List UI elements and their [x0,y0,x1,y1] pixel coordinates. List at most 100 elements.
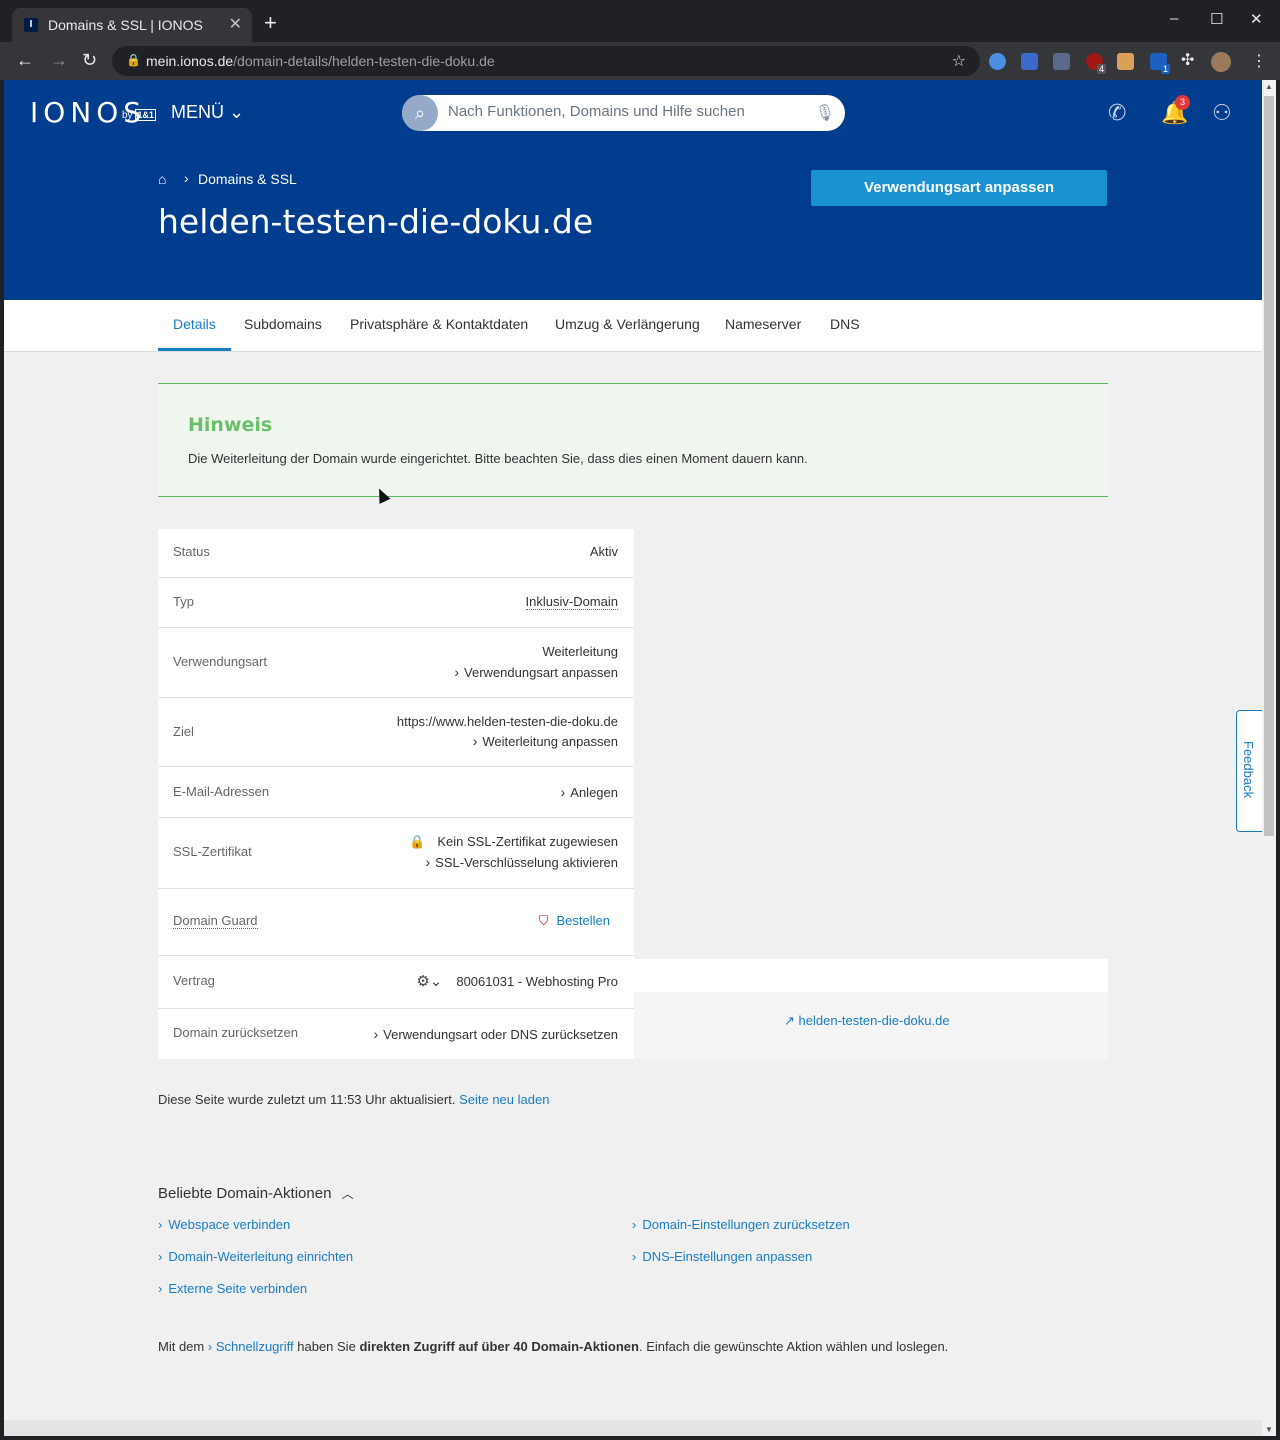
status-label: Status [173,544,210,559]
ssl-status: 🔒 Kein SSL-Zertifikat zugewiesen [409,834,618,849]
email-label: E-Mail-Adressen [173,784,270,799]
scroll-down-icon[interactable]: ▼ [1265,1425,1273,1434]
tab-subdomains[interactable]: Subdomains [229,300,337,351]
ssl-activate-link[interactable]: SSL-Verschlüsselung aktivieren [426,854,618,870]
change-usage-button[interactable]: Verwendungsart anpassen [811,170,1107,206]
url-text: mein.ionos.de/domain-details/helden-test… [146,53,495,69]
page-title: helden-testen-die-doku.de [158,202,594,241]
shield-icon: ⛉ [538,913,549,928]
search-input[interactable] [448,103,808,120]
chevron-up-icon: ︿ [341,1187,354,1201]
reload-page-link[interactable]: Seite neu laden [459,1092,549,1107]
forward-icon[interactable]: → [50,50,68,70]
home-icon[interactable]: ⌂ [158,171,166,187]
phone-icon[interactable]: ✆ [1108,100,1126,126]
action-reset-settings[interactable]: Domain-Einstellungen zurücksetzen [632,1217,849,1232]
hero-banner: ⌂ › Domains & SSL helden-testen-die-doku… [4,144,1262,300]
search-box: ⌕ 🎙 [402,95,845,131]
lock-warning-icon: 🔒 [409,834,426,849]
ionos-header: IONOS by 1&1 MENÜ ⌄ ⌕ 🎙 ✆ 🔔 3 ⚇ [4,80,1262,144]
window-frame-right [1276,80,1280,1436]
domain-guard-label[interactable]: Domain Guard [173,913,258,929]
extension-note-icon[interactable] [1021,53,1038,70]
status-value: Aktiv [589,544,618,559]
chevron-down-icon: ⌄ [229,102,245,122]
extension-window-icon[interactable] [1053,53,1070,70]
quick-access-text: Mit dem Schnellzugriff haben Sie direkte… [158,1339,948,1354]
preview-domain-link[interactable]: ↗ helden-testen-die-doku.de [784,1013,950,1029]
notification-badge: 3 [1175,95,1190,110]
tab-nameserver[interactable]: Nameserver [710,300,816,351]
action-externe-seite[interactable]: Externe Seite verbinden [158,1281,307,1296]
verwendungsart-link[interactable]: Verwendungsart anpassen [454,664,618,680]
search-icon[interactable]: ⌕ [402,95,438,131]
vertrag-label: Vertrag [173,973,215,988]
minimize-window-icon[interactable]: – [1170,10,1178,27]
lock-icon: 🔒 [126,53,141,67]
row-reset: Domain zurücksetzen Verwendungsart oder … [158,1009,634,1059]
typ-value[interactable]: Inklusiv-Domain [525,594,618,610]
extension-shield-icon[interactable] [989,53,1006,70]
chevron-right-icon: › [184,170,189,186]
scrollbar-thumb[interactable] [1264,96,1274,836]
logo-by-1und1: by 1&1 [122,109,156,121]
row-domain-guard: Domain Guard ⛉ Bestellen [158,889,634,956]
reload-icon[interactable]: ↻ [82,50,97,70]
email-create-link[interactable]: Anlegen [561,784,618,800]
row-ssl: SSL-Zertifikat 🔒 Kein SSL-Zertifikat zuge… [158,818,634,889]
domain-preview-area [634,529,1108,959]
page-scrollbar[interactable]: ▲ ▼ [1262,80,1276,1436]
action-weiterleitung[interactable]: Domain-Weiterleitung einrichten [158,1249,353,1264]
menu-button[interactable]: MENÜ ⌄ [171,102,244,123]
feedback-tab[interactable]: Feedback [1236,710,1262,832]
back-icon[interactable]: ← [16,50,34,70]
address-bar[interactable]: 🔒 mein.ionos.de/domain-details/helden-te… [112,46,980,76]
microphone-icon[interactable]: 🎙 [815,103,835,123]
bitwarden-badge: 1 [1161,64,1171,74]
tab-privacy[interactable]: Privatsphäre & Kontaktdaten [335,300,543,351]
external-link-icon: ↗ [784,1013,795,1028]
domain-details-table: Status Aktiv Typ Inklusiv-Domain Verwend… [158,529,634,1059]
reset-link[interactable]: Verwendungsart oder DNS zurücksetzen [373,1026,618,1042]
gear-icon[interactable]: ⚙⌄ [416,973,442,990]
profile-avatar[interactable] [1211,52,1231,72]
window-frame-bottom [0,1436,1280,1440]
notice-title: Hinweis [188,414,273,436]
maximize-window-icon[interactable]: ☐ [1210,10,1223,28]
quick-access-link[interactable]: Schnellzugriff [208,1339,294,1354]
ublock-badge: 4 [1097,64,1107,74]
browser-toolbar: ← → ↻ 🔒 mein.ionos.de/domain-details/hel… [0,42,1280,80]
row-typ: Typ Inklusiv-Domain [158,578,634,628]
user-icon[interactable]: ⚇ [1212,100,1232,126]
scroll-up-icon[interactable]: ▲ [1265,82,1273,91]
domain-guard-order[interactable]: ⛉ Bestellen [539,913,610,929]
close-window-icon[interactable]: ✕ [1250,10,1263,28]
row-ziel: Ziel https://www.helden-testen-die-doku.… [158,698,634,767]
page-tabs: Details Subdomains Privatsphäre & Kontak… [4,300,1262,352]
typ-label: Typ [173,594,194,609]
extension-briefcase-icon[interactable] [1117,53,1134,70]
ssl-label: SSL-Zertifikat [173,844,252,859]
bookmark-star-icon[interactable]: ☆ [952,51,966,71]
extensions-puzzle-icon[interactable]: ✣ [1181,51,1194,71]
tab-dns[interactable]: DNS [815,300,875,351]
breadcrumb-domains[interactable]: Domains & SSL [198,171,297,187]
browser-tab-title: Domains & SSL | IONOS [48,17,203,33]
new-tab-icon[interactable]: + [264,12,277,34]
notice-text: Die Weiterleitung der Domain wurde einge… [188,451,808,466]
action-dns-settings[interactable]: DNS-Einstellungen anpassen [632,1249,812,1264]
verwendungsart-label: Verwendungsart [173,654,267,669]
popular-actions-toggle[interactable]: Beliebte Domain-Aktionen ︿ [158,1185,354,1202]
action-webspace[interactable]: Webspace verbinden [158,1217,290,1232]
ziel-value: https://www.helden-testen-die-doku.de [396,714,618,729]
preview-footer: ↗ helden-testen-die-doku.de [634,992,1108,1059]
tab-transfer[interactable]: Umzug & Verlängerung [540,300,715,351]
weiterleitung-link[interactable]: Weiterleitung anpassen [473,733,618,749]
browser-tab-active[interactable]: I Domains & SSL | IONOS ✕ [12,8,252,42]
close-tab-icon[interactable]: ✕ [229,14,242,34]
notice-box: Hinweis Die Weiterleitung der Domain wur… [158,383,1108,497]
ionos-favicon-icon: I [24,18,38,32]
browser-tab-strip: I Domains & SSL | IONOS ✕ + – ☐ ✕ [0,0,1280,42]
browser-menu-icon[interactable]: ⋮ [1251,51,1267,71]
tab-details[interactable]: Details [158,300,231,351]
